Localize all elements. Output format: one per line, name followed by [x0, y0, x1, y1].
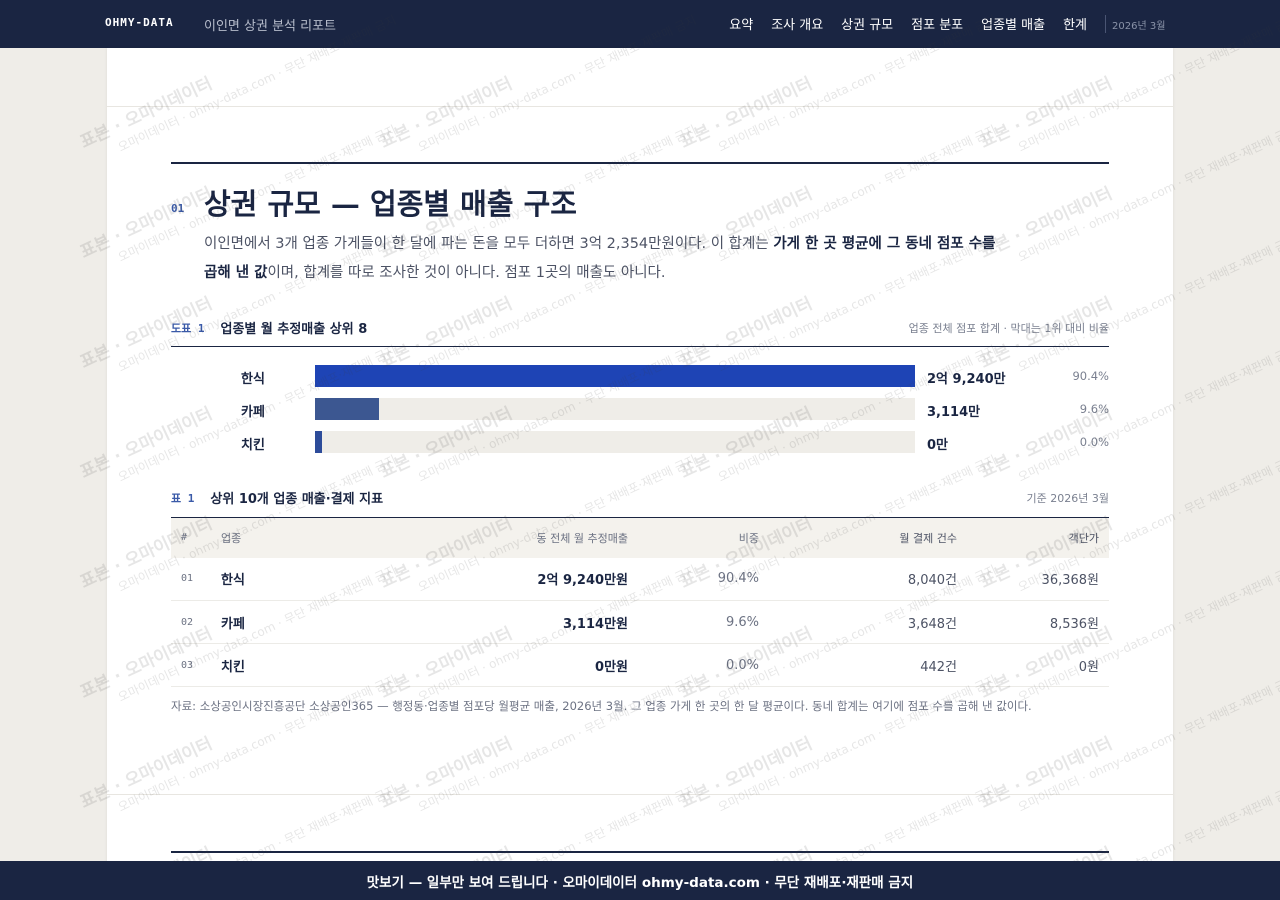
bar-label: 카페: [241, 405, 265, 420]
col-count: 월 결제 건수: [769, 517, 967, 558]
bar-track: [315, 431, 915, 453]
col-share: 비중: [638, 517, 769, 558]
page-divider: [107, 794, 1173, 795]
section-rule: [171, 851, 1109, 853]
figure-title: 업종별 월 추정매출 상위 8: [220, 322, 368, 337]
top-navbar: OHMY-DATA 이인면 상권 분석 리포트 요약 조사 개요 상권 규모 점…: [0, 0, 1280, 48]
report-date: 2026년 3월: [1112, 21, 1166, 32]
col-rank: #: [171, 517, 211, 558]
report-page: 01 상권 규모 — 업종별 매출 구조 이인면에서 3개 업종 가게들이 한 …: [107, 48, 1173, 900]
nav-divider: [1105, 15, 1106, 33]
nav-market-size[interactable]: 상권 규모: [841, 14, 893, 33]
cell-share: 9.6%: [638, 600, 769, 644]
bar-row: 카페 3,114만 9.6%: [171, 398, 1109, 420]
cell-count: 442건: [769, 643, 967, 687]
cell-rank: 02: [171, 600, 211, 644]
page-divider: [107, 106, 1173, 107]
sales-table: # 업종 동 전체 월 추정매출 비중 월 결제 건수 객단가 01 한식 2억…: [171, 517, 1109, 687]
cell-price: 36,368원: [967, 557, 1109, 601]
nav-summary[interactable]: 요약: [729, 14, 753, 33]
main-nav: 요약 조사 개요 상권 규모 점포 분포 업종별 매출 한계: [711, 14, 1087, 33]
source-note: 자료: 소상공인시장진흥공단 소상공인365 — 행정동·업종별 점포당 월평균…: [171, 699, 1032, 713]
cell-share: 90.4%: [638, 557, 769, 601]
cell-price: 8,536원: [967, 600, 1109, 644]
nav-store-distribution[interactable]: 점포 분포: [911, 14, 963, 33]
figure-header: 도표 1 업종별 월 추정매출 상위 8 업종 전체 점포 합계 · 막대는 1…: [171, 318, 1109, 338]
bar-value-label: 0만: [927, 438, 949, 453]
section-lead: 이인면에서 3개 업종 가게들이 한 달에 파는 돈을 모두 더하면 3억 2,…: [204, 230, 1004, 288]
nav-limitations[interactable]: 한계: [1063, 14, 1087, 33]
nav-survey-overview[interactable]: 조사 개요: [771, 14, 823, 33]
cell-count: 8,040건: [769, 557, 967, 601]
lead-text-1: 이인면에서 3개 업종 가게들이 한 달에 파는 돈을 모두 더하면 3억 2,…: [204, 236, 774, 252]
bar-share-label: 9.6%: [1079, 402, 1109, 416]
figure-rule: [171, 346, 1109, 347]
bar-track: [315, 398, 915, 420]
table-row: 02 카페 3,114만원 9.6% 3,648건 8,536원: [171, 600, 1109, 644]
cell-count: 3,648건: [769, 600, 967, 644]
cell-sales: 2억 9,240만원: [301, 557, 638, 601]
cell-rank: 01: [171, 557, 211, 601]
cell-industry: 카페: [211, 600, 301, 644]
col-sales: 동 전체 월 추정매출: [301, 517, 638, 558]
report-title: 이인면 상권 분석 리포트: [204, 19, 336, 34]
table-header-row: # 업종 동 전체 월 추정매출 비중 월 결제 건수 객단가: [171, 517, 1109, 558]
bar-row: 한식 2억 9,240만 90.4%: [171, 365, 1109, 387]
bar: [315, 398, 379, 420]
bar-row: 치킨 0만 0.0%: [171, 431, 1109, 453]
bar-share-label: 90.4%: [1072, 369, 1109, 383]
cell-share: 0.0%: [638, 643, 769, 687]
cell-industry: 치킨: [211, 643, 301, 687]
section-title: 상권 규모 — 업종별 매출 구조: [204, 187, 577, 221]
preview-banner: 맛보기 — 일부만 보여 드립니다 · 오마이데이터 ohmy-data.com…: [0, 861, 1280, 900]
table-row: 03 치킨 0만원 0.0% 442건 0원: [171, 643, 1109, 687]
nav-sales-by-industry[interactable]: 업종별 매출: [981, 14, 1045, 33]
figure-note: 업종 전체 점포 합계 · 막대는 1위 대비 비율: [908, 321, 1109, 335]
table-tag: 표 1: [171, 491, 195, 505]
bar-track: [315, 365, 915, 387]
cell-sales: 0만원: [301, 643, 638, 687]
brand-logo[interactable]: OHMY-DATA: [105, 16, 174, 29]
bar: [315, 431, 322, 453]
col-price: 객단가: [967, 517, 1109, 558]
cell-rank: 03: [171, 643, 211, 687]
section-rule: [171, 162, 1109, 164]
lead-text-2: 이며, 합계를 따로 조사한 것이 아니다. 점포 1곳의 매출도 아니다.: [267, 265, 666, 281]
cell-price: 0원: [967, 643, 1109, 687]
bar-label: 한식: [241, 372, 265, 387]
bar: [315, 365, 915, 387]
col-industry: 업종: [211, 517, 301, 558]
bar-share-label: 0.0%: [1079, 435, 1109, 449]
table-row: 01 한식 2억 9,240만원 90.4% 8,040건 36,368원: [171, 557, 1109, 601]
bar-label: 치킨: [241, 438, 265, 453]
bar-value-label: 3,114만: [927, 405, 981, 420]
table-note: 기준 2026년 3월: [1026, 491, 1109, 505]
table-title: 상위 10개 업종 매출·결제 지표: [210, 492, 384, 507]
cell-sales: 3,114만원: [301, 600, 638, 644]
figure-tag: 도표 1: [171, 321, 205, 335]
bar-value-label: 2억 9,240만: [927, 372, 1006, 387]
cell-industry: 한식: [211, 557, 301, 601]
table-header: 표 1 상위 10개 업종 매출·결제 지표 기준 2026년 3월: [171, 488, 1109, 508]
section-number: 01: [171, 202, 185, 215]
